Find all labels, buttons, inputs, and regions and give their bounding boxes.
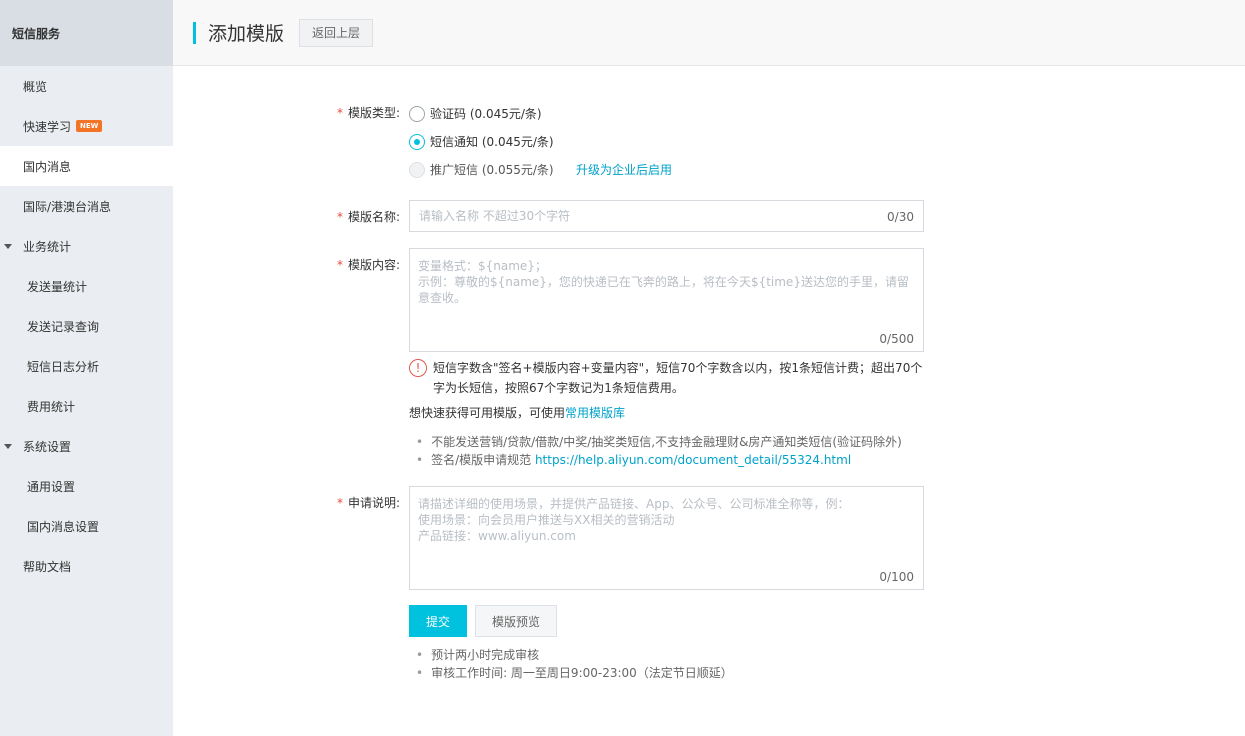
sidebar-group-system-settings[interactable]: 系统设置: [0, 426, 173, 466]
label-text: 模版类型:: [347, 106, 400, 120]
sidebar-item-domestic[interactable]: 国内消息: [0, 146, 173, 186]
sidebar-item-label: 业务统计: [23, 239, 72, 254]
sidebar-item-label: 国际/港澳台消息: [23, 199, 112, 214]
template-type-label: * 模版类型:: [337, 104, 400, 121]
sidebar-item-label: 国内消息设置: [27, 519, 100, 534]
required-mark: *: [336, 258, 343, 272]
sidebar-item-send-records[interactable]: 发送记录查询: [0, 306, 173, 346]
desc-placeholder-line1: 请描述详细的使用场景，并提供产品链接、App、公众号、公司标准全称等，例：: [418, 497, 850, 511]
list-item: 签名/模版申请规范 https://help.aliyun.com/docume…: [416, 451, 902, 469]
radio-label: 短信通知 (0.045元/条): [430, 135, 554, 149]
length-warning: ! 短信字数含"签名+模版内容+变量内容"，短信70个字数含以内，按1条短信计费…: [409, 358, 923, 398]
sidebar-item-label: 费用统计: [27, 399, 76, 414]
sidebar-item-international[interactable]: 国际/港澳台消息: [0, 186, 173, 226]
sidebar-item-send-volume[interactable]: 发送量统计: [0, 266, 173, 306]
sidebar-item-help-docs[interactable]: 帮助文档: [0, 546, 173, 586]
new-badge: NEW: [76, 120, 103, 132]
upgrade-enterprise-link[interactable]: 升级为企业后启用: [576, 161, 672, 178]
sidebar-item-label: 发送记录查询: [27, 319, 100, 334]
caret-down-icon: [4, 443, 12, 449]
list-item: 不能发送营销/贷款/借款/中奖/抽奖类短信,不支持金融理财&房产通知类短信(验证…: [416, 433, 902, 451]
common-template-library-link[interactable]: 常用模版库: [565, 406, 625, 420]
radio-label: 验证码 (0.045元/条): [430, 107, 542, 121]
template-content-textarea[interactable]: 变量格式：${name}； 示例：尊敬的${name}，您的快递已在飞奔的路上，…: [409, 248, 924, 352]
sidebar: 短信服务 概览 快速学习 NEW 国内消息 国际/港澳台消息 业务统计 发送量统计…: [0, 0, 173, 736]
desc-placeholder-line2: 使用场景：向会员用户推送与XX相关的营销活动: [418, 513, 675, 527]
radio-sms-notification[interactable]: 短信通知 (0.045元/条): [409, 133, 554, 150]
title-accent-bar: [193, 21, 196, 44]
desc-char-counter: 0/100: [879, 570, 914, 584]
sidebar-group-business-stats[interactable]: 业务统计: [0, 226, 173, 266]
sidebar-item-label: 短信日志分析: [27, 359, 100, 374]
sidebar-title: 短信服务: [0, 0, 173, 66]
rules-list: 不能发送营销/贷款/借款/中奖/抽奖类短信,不支持金融理财&房产通知类短信(验证…: [416, 433, 902, 469]
template-content-label: * 模版内容:: [337, 256, 400, 273]
page-header: 添加模版 返回上层: [173, 0, 1245, 66]
content-char-counter: 0/500: [879, 332, 914, 346]
rule-text: 不能发送营销/贷款/借款/中奖/抽奖类短信,不支持金融理财&房产通知类短信(验证…: [431, 435, 902, 449]
label-text: 模版内容:: [347, 258, 400, 272]
caret-down-icon: [4, 243, 12, 249]
desc-placeholder-line3: 产品链接：www.aliyun.com: [418, 529, 576, 543]
label-text: 申请说明:: [347, 496, 400, 510]
required-mark: *: [336, 210, 343, 224]
review-notes-list: 预计两小时完成审核 审核工作时间: 周一至周日9:00-23:00（法定节日顺延…: [416, 646, 733, 682]
rule-text: 签名/模版申请规范: [431, 453, 535, 467]
page-title: 添加模版: [208, 23, 285, 45]
submit-button[interactable]: 提交: [409, 605, 467, 637]
sidebar-item-label: 快速学习: [23, 119, 72, 134]
sidebar-item-general-settings[interactable]: 通用设置: [0, 466, 173, 506]
radio-promotion-sms: 推广短信 (0.055元/条): [409, 161, 554, 178]
application-desc-textarea[interactable]: 请描述详细的使用场景，并提供产品链接、App、公众号、公司标准全称等，例： 使用…: [409, 486, 924, 590]
warning-text: 短信字数含"签名+模版内容+变量内容"，短信70个字数含以内，按1条短信计费；超…: [433, 361, 923, 395]
sidebar-item-cost-stats[interactable]: 费用统计: [0, 386, 173, 426]
sidebar-item-label: 通用设置: [27, 479, 76, 494]
template-spec-link[interactable]: https://help.aliyun.com/document_detail/…: [535, 453, 851, 467]
template-name-input[interactable]: 请输入名称 不超过30个字符 0/30: [409, 200, 924, 232]
sidebar-item-label: 发送量统计: [27, 279, 88, 294]
sidebar-item-label: 系统设置: [23, 439, 72, 454]
required-mark: *: [336, 496, 343, 510]
info-icon: !: [409, 359, 427, 377]
sidebar-item-domestic-settings[interactable]: 国内消息设置: [0, 506, 173, 546]
tip-text: 想快速获得可用模版，可使用: [409, 406, 566, 420]
radio-checked-icon: [409, 133, 425, 150]
label-text: 模版名称:: [347, 210, 400, 224]
content-placeholder-line2: 示例：尊敬的${name}，您的快递已在飞奔的路上，将在今天${time}送达您…: [418, 275, 909, 305]
sidebar-item-label: 国内消息: [23, 159, 72, 174]
sidebar-item-log-analysis[interactable]: 短信日志分析: [0, 346, 173, 386]
list-item: 预计两小时完成审核: [416, 646, 733, 664]
template-preview-button[interactable]: 模版预览: [475, 605, 557, 637]
radio-unchecked-icon: [409, 105, 425, 122]
application-desc-label: * 申请说明:: [337, 494, 400, 511]
radio-label: 推广短信 (0.055元/条): [430, 163, 554, 177]
sidebar-item-label: 帮助文档: [23, 559, 72, 574]
note-text: 审核工作时间: 周一至周日9:00-23:00（法定节日顺延）: [431, 666, 733, 680]
back-button[interactable]: 返回上层: [299, 18, 374, 47]
sidebar-item-label: 概览: [23, 79, 48, 94]
name-char-counter: 0/30: [887, 210, 914, 224]
list-item: 审核工作时间: 周一至周日9:00-23:00（法定节日顺延）: [416, 664, 733, 682]
note-text: 预计两小时完成审核: [431, 648, 540, 662]
sidebar-item-quick-learn[interactable]: 快速学习 NEW: [0, 106, 173, 146]
template-name-label: * 模版名称:: [337, 208, 400, 225]
sidebar-item-overview[interactable]: 概览: [0, 66, 173, 106]
content-placeholder-line1: 变量格式：${name}；: [418, 259, 547, 273]
name-placeholder: 请输入名称 不超过30个字符: [419, 209, 571, 223]
radio-verification-code[interactable]: 验证码 (0.045元/条): [409, 105, 542, 122]
quick-template-tip: 想快速获得可用模版，可使用常用模版库: [409, 404, 625, 421]
radio-disabled-icon: [409, 161, 425, 178]
required-mark: *: [336, 106, 343, 120]
